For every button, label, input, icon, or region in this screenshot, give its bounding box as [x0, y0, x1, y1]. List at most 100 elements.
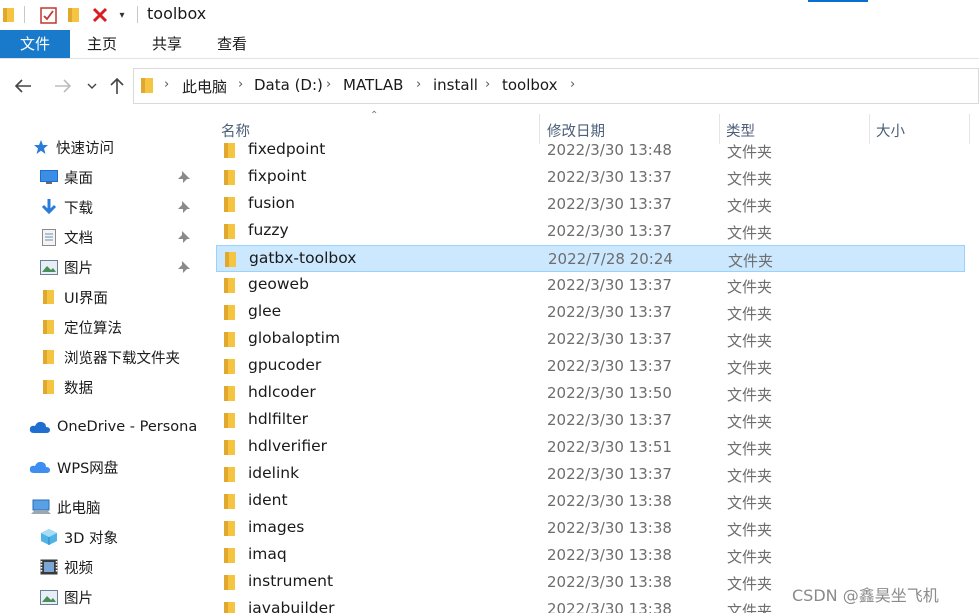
chevron-right-icon[interactable]: ›	[570, 77, 575, 92]
file-modified-date: 2022/3/30 13:37	[547, 303, 672, 321]
file-name: gpucoder	[248, 356, 322, 374]
chevron-right-icon[interactable]: ›	[416, 77, 421, 92]
file-row[interactable]: gpucoder 2022/3/30 13:37 文件夹	[216, 353, 965, 380]
file-row[interactable]: fixedpoint 2022/3/30 13:48 文件夹	[216, 137, 965, 164]
pin-icon[interactable]	[177, 230, 191, 244]
sidebar-item-label: 数据	[64, 380, 93, 397]
folder-icon	[224, 224, 240, 239]
breadcrumb-install[interactable]: install	[433, 76, 478, 94]
chevron-right-icon[interactable]: ›	[326, 77, 331, 92]
download-icon	[40, 198, 58, 216]
breadcrumb-data-drive[interactable]: Data (D:)	[254, 76, 323, 94]
new-folder-icon[interactable]	[66, 5, 82, 25]
tab-file[interactable]: 文件	[0, 30, 70, 58]
file-modified-date: 2022/3/30 13:38	[547, 492, 672, 510]
file-row[interactable]: glee 2022/3/30 13:37 文件夹	[216, 299, 965, 326]
tab-share[interactable]: 共享	[137, 30, 197, 58]
file-type: 文件夹	[727, 359, 773, 377]
file-row[interactable]: globaloptim 2022/3/30 13:37 文件夹	[216, 326, 965, 353]
file-type: 文件夹	[727, 575, 773, 593]
folder-icon	[225, 252, 241, 267]
file-type: 文件夹	[727, 386, 773, 404]
pin-icon[interactable]	[177, 260, 191, 274]
sidebar-item-onedrive[interactable]: OneDrive - Persona	[29, 414, 197, 440]
file-row[interactable]: fuzzy 2022/3/30 13:37 文件夹	[216, 218, 965, 245]
file-name: fixedpoint	[248, 140, 326, 158]
sidebar-item-label: WPS网盘	[57, 460, 119, 477]
sidebar-item-positioning-algorithm[interactable]: 定位算法	[40, 314, 122, 340]
folder-icon	[224, 494, 240, 509]
file-name: imaq	[248, 545, 287, 563]
customize-dropdown-icon[interactable]: ▾	[116, 5, 128, 25]
sidebar-item-pictures[interactable]: 图片	[40, 254, 93, 280]
file-row[interactable]: fusion 2022/3/30 13:37 文件夹	[216, 191, 965, 218]
sidebar-item-3d-objects[interactable]: 3D 对象	[40, 524, 118, 550]
sidebar-item-documents[interactable]: 文档	[40, 224, 93, 250]
onedrive-icon	[29, 418, 51, 436]
sidebar-item-wps-cloud[interactable]: WPS网盘	[29, 454, 118, 480]
sidebar-item-this-pc[interactable]: 此电脑	[31, 494, 101, 520]
sidebar-item-label: 视频	[64, 560, 93, 577]
file-modified-date: 2022/3/30 13:37	[547, 222, 672, 240]
pin-icon[interactable]	[177, 170, 191, 184]
sidebar-item-downloads[interactable]: 下载	[40, 194, 93, 220]
file-modified-date: 2022/3/30 13:37	[547, 168, 672, 186]
sidebar-item-label: 此电脑	[57, 500, 101, 517]
folder-icon	[40, 318, 58, 336]
title-separator	[137, 6, 138, 23]
folder-icon	[224, 143, 240, 158]
sidebar-item-videos[interactable]: 视频	[40, 554, 93, 580]
file-row[interactable]: hdlcoder 2022/3/30 13:50 文件夹	[216, 380, 965, 407]
file-modified-date: 2022/3/30 13:37	[547, 357, 672, 375]
column-divider[interactable]	[969, 114, 970, 144]
breadcrumb-this-pc[interactable]: 此电脑	[182, 76, 227, 97]
navigation-pane: 快速访问 桌面 下载 文档 图片 UI界面 定位算法 浏览器下载文件夹 数据 O…	[0, 110, 198, 613]
sidebar-item-desktop[interactable]: 桌面	[40, 164, 93, 190]
breadcrumb-matlab[interactable]: MATLAB	[343, 76, 403, 94]
up-button[interactable]	[106, 72, 128, 100]
folder-icon	[40, 378, 58, 396]
delete-icon[interactable]	[90, 5, 110, 25]
sort-ascending-icon: ⌃	[370, 110, 379, 121]
file-modified-date: 2022/3/30 13:37	[547, 330, 672, 348]
pin-icon[interactable]	[177, 200, 191, 214]
properties-icon[interactable]	[38, 5, 58, 25]
file-modified-date: 2022/3/30 13:38	[547, 519, 672, 537]
file-row[interactable]: imaq 2022/3/30 13:38 文件夹	[216, 542, 965, 569]
file-modified-date: 2022/3/30 13:38	[547, 573, 672, 591]
sidebar-item-quick-access[interactable]: 快速访问	[32, 134, 114, 160]
tab-view[interactable]: 查看	[202, 30, 262, 58]
back-button[interactable]	[10, 72, 36, 100]
file-row[interactable]: fixpoint 2022/3/30 13:37 文件夹	[216, 164, 965, 191]
file-type: 文件夹	[727, 494, 773, 512]
file-row[interactable]: geoweb 2022/3/30 13:37 文件夹	[216, 272, 965, 299]
file-row[interactable]: images 2022/3/30 13:38 文件夹	[216, 515, 965, 542]
file-row[interactable]: idelink 2022/3/30 13:37 文件夹	[216, 461, 965, 488]
folder-icon	[224, 197, 240, 212]
sidebar-item-data[interactable]: 数据	[40, 374, 93, 400]
title-separator	[24, 6, 25, 23]
file-row[interactable]: gatbx-toolbox 2022/7/28 20:24 文件夹	[216, 245, 965, 272]
picture-icon	[40, 258, 58, 276]
sidebar-item-ui-folder[interactable]: UI界面	[40, 284, 108, 310]
file-modified-date: 2022/3/30 13:37	[547, 276, 672, 294]
tab-home[interactable]: 主页	[72, 30, 132, 58]
desktop-icon	[40, 168, 58, 186]
file-row[interactable]: hdlfilter 2022/3/30 13:37 文件夹	[216, 407, 965, 434]
address-bar[interactable]: › 此电脑 › Data (D:) › MATLAB › install › t…	[133, 68, 979, 104]
chevron-right-icon[interactable]: ›	[164, 77, 169, 92]
sidebar-item-pictures-pc[interactable]: 图片	[40, 584, 93, 610]
file-row[interactable]: hdlverifier 2022/3/30 13:51 文件夹	[216, 434, 965, 461]
forward-button[interactable]	[50, 72, 76, 100]
recent-locations-icon[interactable]	[84, 72, 100, 100]
folder-icon	[224, 413, 240, 428]
file-name: ident	[248, 491, 288, 509]
file-row[interactable]: ident 2022/3/30 13:38 文件夹	[216, 488, 965, 515]
chevron-right-icon[interactable]: ›	[238, 77, 243, 92]
chevron-right-icon[interactable]: ›	[485, 77, 490, 92]
sidebar-item-browser-downloads[interactable]: 浏览器下载文件夹	[40, 344, 180, 370]
ribbon-tabs: 文件 主页 共享 查看	[0, 30, 979, 58]
breadcrumb-toolbox[interactable]: toolbox	[502, 76, 558, 94]
folder-icon	[224, 305, 240, 320]
file-type: 文件夹	[727, 413, 773, 431]
